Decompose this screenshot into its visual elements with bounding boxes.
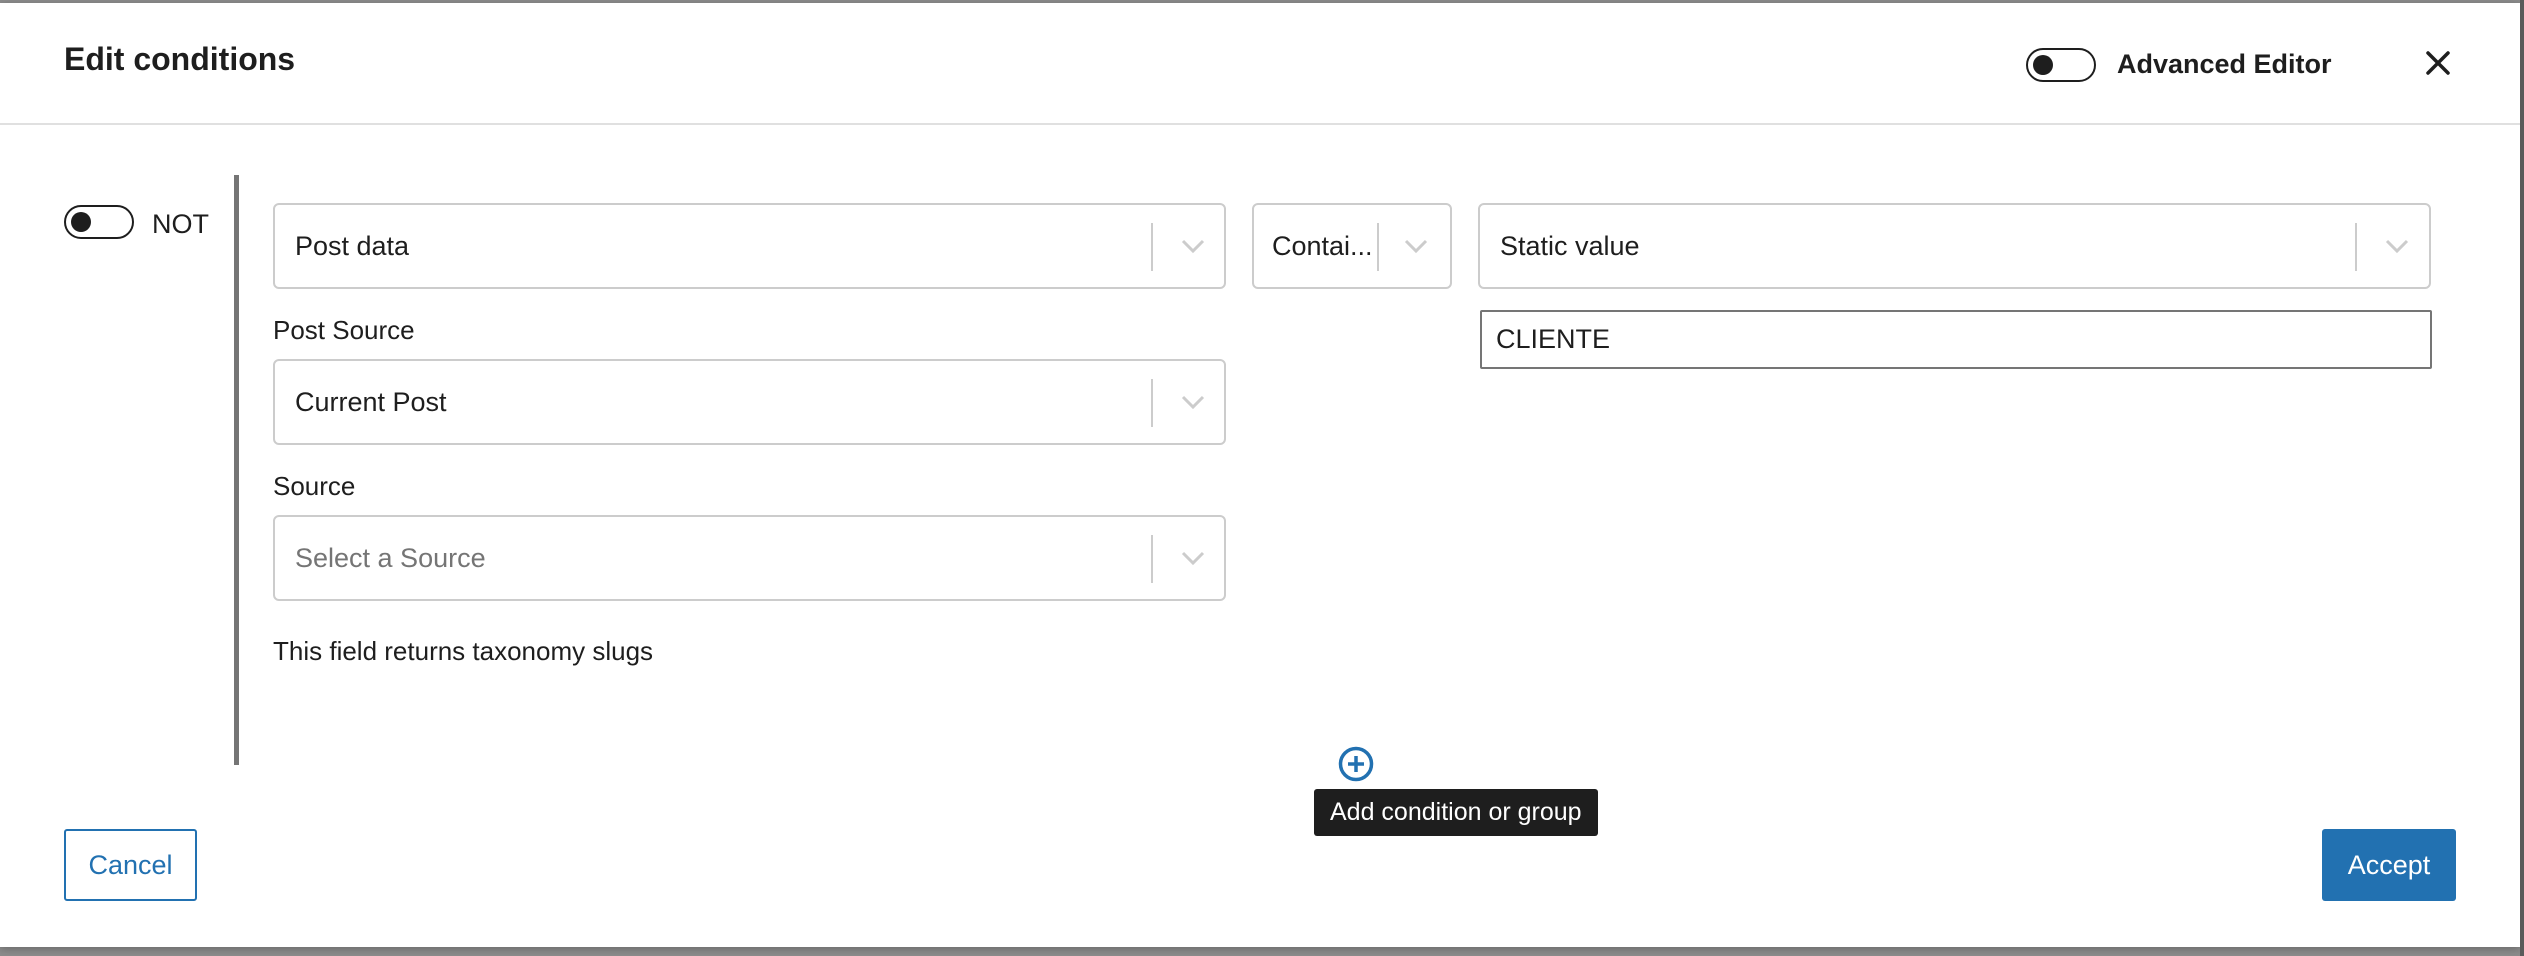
chevron-down-icon[interactable]	[2367, 205, 2427, 287]
chevron-down-icon[interactable]	[1386, 205, 1446, 287]
condition-subject-select[interactable]: Post data	[273, 203, 1226, 289]
condition-value-type-select[interactable]: Static value	[1478, 203, 2431, 289]
chevron-down-icon[interactable]	[1163, 361, 1223, 443]
condition-group-bar	[234, 175, 239, 765]
not-toggle[interactable]	[64, 205, 134, 239]
select-value: Contai...	[1272, 231, 1373, 261]
toggle-knob	[2033, 55, 2053, 75]
advanced-editor-label: Advanced Editor	[2117, 49, 2332, 79]
cancel-button[interactable]: Cancel	[64, 829, 197, 901]
condition-operator-select[interactable]: Contai...	[1252, 203, 1452, 289]
close-icon	[2426, 51, 2450, 75]
add-condition-button[interactable]	[1337, 745, 1375, 783]
close-button[interactable]	[2418, 43, 2458, 83]
static-value-input[interactable]	[1480, 310, 2432, 369]
select-separator	[1151, 379, 1153, 427]
chevron-down-icon[interactable]	[1163, 517, 1223, 599]
add-condition-tooltip: Add condition or group	[1314, 789, 1598, 836]
select-value: Post data	[295, 231, 410, 261]
background-edge	[2520, 0, 2524, 956]
help-text: This field returns taxonomy slugs	[273, 636, 654, 666]
source-label: Source	[273, 471, 356, 501]
select-value: Current Post	[295, 387, 447, 417]
accept-button[interactable]: Accept	[2322, 829, 2456, 901]
select-separator	[1151, 223, 1153, 271]
select-placeholder: Select a Source	[295, 543, 486, 573]
select-separator	[1377, 223, 1379, 271]
post-source-label: Post Source	[273, 315, 415, 345]
select-separator	[1151, 535, 1153, 583]
modal-header: Edit conditions Advanced Editor	[0, 3, 2520, 125]
select-separator	[2355, 223, 2357, 271]
select-value: Static value	[1500, 231, 1640, 261]
source-select[interactable]: Select a Source	[273, 515, 1226, 601]
modal-title: Edit conditions	[64, 41, 296, 77]
advanced-editor-toggle[interactable]	[2026, 48, 2096, 82]
toggle-knob	[71, 212, 91, 232]
not-label: NOT	[152, 209, 209, 239]
post-source-select[interactable]: Current Post	[273, 359, 1226, 445]
edit-conditions-modal: Edit conditions Advanced Editor NOT Post…	[0, 3, 2520, 947]
chevron-down-icon[interactable]	[1163, 205, 1223, 287]
plus-circle-icon	[1338, 746, 1374, 782]
